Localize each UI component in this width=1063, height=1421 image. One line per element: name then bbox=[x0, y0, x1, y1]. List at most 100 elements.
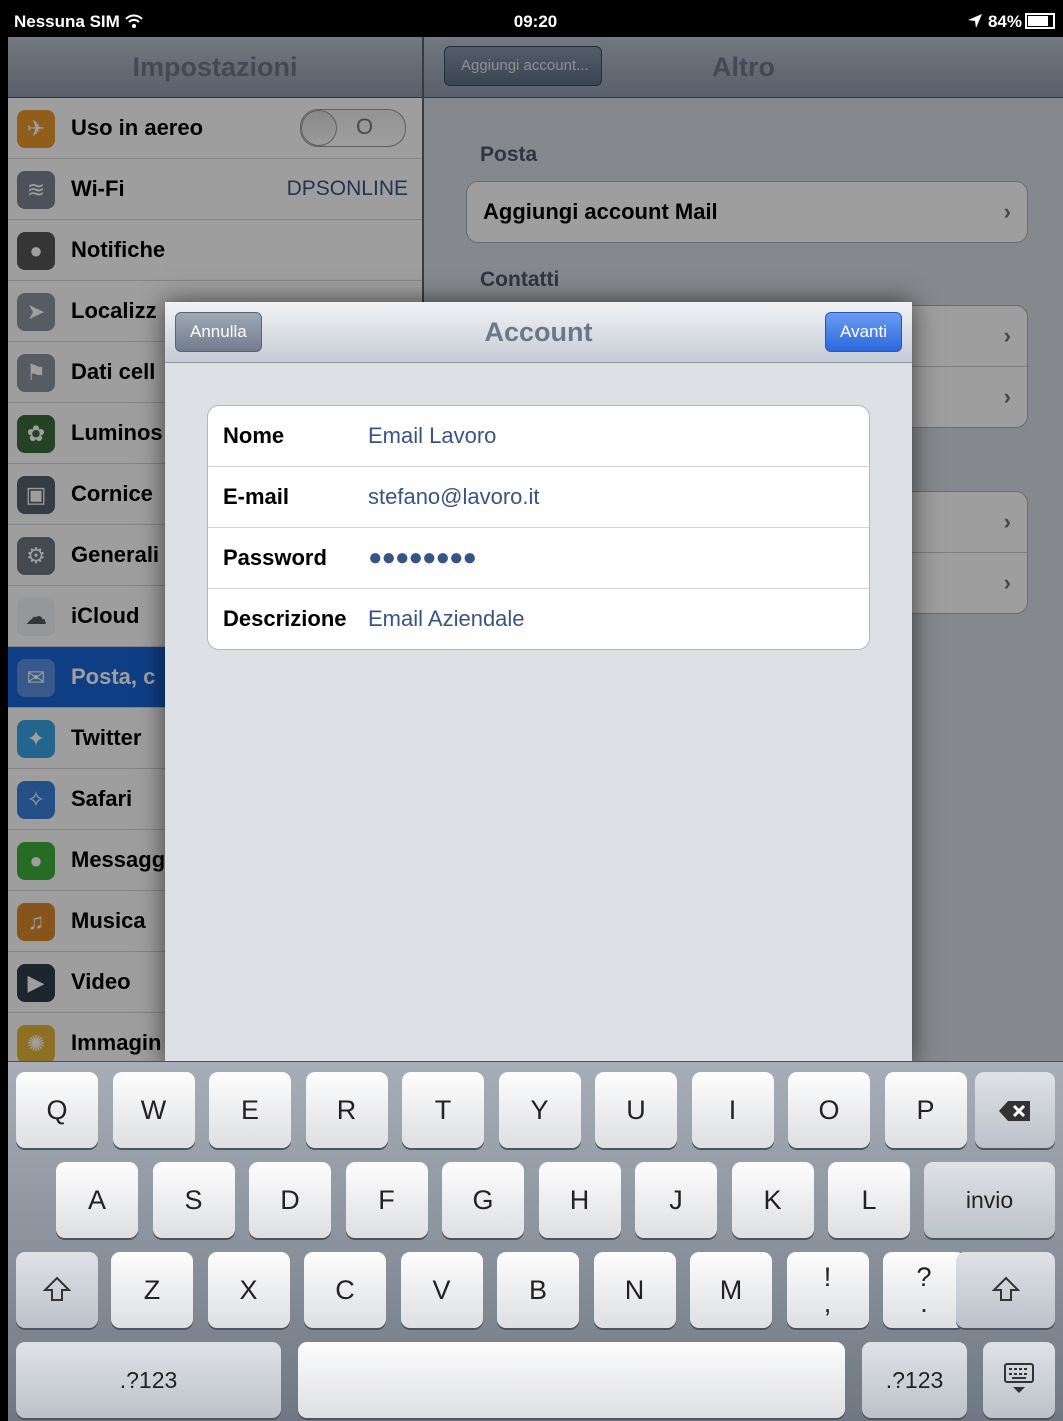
key-d[interactable]: D bbox=[249, 1162, 331, 1238]
key-a[interactable]: A bbox=[56, 1162, 138, 1238]
key-g[interactable]: G bbox=[442, 1162, 524, 1238]
return-key[interactable]: invio bbox=[924, 1162, 1055, 1238]
description-input[interactable]: Email Aziendale bbox=[368, 589, 525, 649]
modal-navbar: Annulla Account Avanti bbox=[165, 302, 912, 363]
cloud-icon: ☁ bbox=[17, 598, 55, 636]
key-label-bottom: . bbox=[920, 1288, 928, 1318]
sidebar-item-label: Notifiche bbox=[71, 237, 166, 262]
key-t[interactable]: T bbox=[402, 1072, 484, 1148]
twitter-icon: ✦ bbox=[17, 720, 55, 758]
key-e[interactable]: E bbox=[209, 1072, 291, 1148]
key-i[interactable]: I bbox=[691, 1072, 774, 1148]
account-form: Nome Email Lavoro E-mail stefano@lavoro.… bbox=[207, 405, 870, 650]
sidebar-item[interactable]: ≋ Wi-Fi DPSONLINE bbox=[8, 159, 422, 220]
key-w[interactable]: W bbox=[112, 1072, 195, 1148]
key-u[interactable]: U bbox=[595, 1072, 677, 1148]
key-c[interactable]: C bbox=[304, 1252, 386, 1328]
name-input[interactable]: Email Lavoro bbox=[368, 406, 496, 466]
key-m[interactable]: M bbox=[690, 1252, 772, 1328]
hide-keyboard-icon bbox=[1003, 1363, 1035, 1393]
sidebar-item[interactable]: ✈ Uso in aereo O bbox=[8, 98, 422, 159]
location-icon: ➤ bbox=[17, 293, 55, 331]
add-mail-account-row[interactable]: Aggiungi account Mail › bbox=[467, 182, 1027, 242]
safari-compass-icon: ✧ bbox=[17, 781, 55, 819]
sidebar-item-label: Video bbox=[71, 969, 131, 994]
airplane-mode-toggle[interactable]: O bbox=[300, 109, 406, 147]
messages-icon: ● bbox=[17, 842, 55, 880]
email-label: E-mail bbox=[223, 484, 290, 509]
sidebar-item-label: Twitter bbox=[71, 725, 142, 750]
key-b[interactable]: B bbox=[497, 1252, 579, 1328]
key-k[interactable]: K bbox=[731, 1162, 814, 1238]
toggle-off-label: O bbox=[356, 114, 374, 139]
battery-status: 84% bbox=[967, 12, 1055, 32]
clock: 09:20 bbox=[513, 12, 558, 31]
shift-key-left[interactable] bbox=[16, 1252, 98, 1328]
music-icon: ♫ bbox=[17, 903, 55, 941]
password-input[interactable]: ●●●●●●●● bbox=[368, 528, 477, 588]
sidebar-item-label: Messagg bbox=[71, 847, 166, 872]
next-button[interactable]: Avanti bbox=[825, 312, 902, 352]
backspace-icon bbox=[998, 1097, 1032, 1123]
group-posta: Aggiungi account Mail › bbox=[466, 181, 1028, 243]
key-j[interactable]: J bbox=[635, 1162, 717, 1238]
email-field-row[interactable]: E-mail stefano@lavoro.it bbox=[208, 467, 869, 528]
key-x[interactable]: X bbox=[207, 1252, 290, 1328]
sidebar-item-label: Localizz bbox=[71, 298, 157, 323]
email-input[interactable]: stefano@lavoro.it bbox=[368, 467, 540, 527]
key-v[interactable]: V bbox=[400, 1252, 483, 1328]
name-field-row[interactable]: Nome Email Lavoro bbox=[208, 406, 869, 467]
backspace-key[interactable] bbox=[975, 1072, 1055, 1148]
chevron-right-icon: › bbox=[1003, 384, 1011, 409]
password-field-row[interactable]: Password ●●●●●●●● bbox=[208, 528, 869, 589]
location-arrow-icon bbox=[967, 12, 983, 31]
status-bar: Nessuna SIM 09:20 84% bbox=[8, 8, 1063, 37]
key-exclamation-comma[interactable]: !, bbox=[786, 1252, 869, 1328]
detail-navbar: Aggiungi account... Altro bbox=[424, 37, 1063, 98]
sidebar-item-label: Musica bbox=[71, 908, 146, 933]
photos-icon: ✺ bbox=[17, 1025, 55, 1063]
video-icon: ▶ bbox=[17, 964, 55, 1002]
key-s[interactable]: S bbox=[152, 1162, 235, 1238]
toggle-knob bbox=[301, 110, 337, 146]
description-label: Descrizione bbox=[223, 606, 347, 631]
numbers-key-right[interactable]: .?123 bbox=[862, 1342, 967, 1418]
mail-icon: ✉ bbox=[17, 659, 55, 697]
key-p[interactable]: P bbox=[884, 1072, 967, 1148]
key-z[interactable]: Z bbox=[111, 1252, 193, 1328]
section-header-posta: Posta bbox=[480, 143, 538, 166]
key-n[interactable]: N bbox=[593, 1252, 676, 1328]
key-h[interactable]: H bbox=[538, 1162, 621, 1238]
sidebar-item[interactable]: ● Notifiche bbox=[8, 220, 422, 281]
key-l[interactable]: L bbox=[828, 1162, 910, 1238]
brightness-icon: ✿ bbox=[17, 415, 55, 453]
sidebar-item-label: Uso in aereo bbox=[71, 115, 204, 140]
account-modal: Annulla Account Avanti Nome Email Lavoro… bbox=[165, 302, 912, 1067]
key-o[interactable]: O bbox=[788, 1072, 870, 1148]
key-q[interactable]: Q bbox=[16, 1072, 98, 1148]
chevron-right-icon: › bbox=[1003, 509, 1011, 534]
hide-keyboard-key[interactable] bbox=[983, 1342, 1055, 1418]
numbers-key-left[interactable]: .?123 bbox=[16, 1342, 281, 1418]
key-label-bottom: , bbox=[823, 1288, 832, 1318]
shift-key-right[interactable] bbox=[956, 1252, 1055, 1328]
sidebar-item-label: Generali bbox=[71, 542, 160, 567]
key-question-period[interactable]: ?. bbox=[883, 1252, 965, 1328]
picture-frame-icon: ▣ bbox=[17, 476, 55, 514]
cellular-icon: ⚑ bbox=[17, 354, 55, 392]
sidebar-item-label: Luminos bbox=[71, 420, 163, 445]
sidebar-item-label: Posta, c bbox=[71, 664, 156, 689]
detail-title: Altro bbox=[712, 52, 775, 82]
sidebar-item-label: Wi-Fi bbox=[71, 176, 125, 201]
space-bar[interactable] bbox=[298, 1342, 845, 1418]
shift-icon bbox=[42, 1276, 72, 1303]
description-field-row[interactable]: Descrizione Email Aziendale bbox=[208, 589, 869, 649]
key-f[interactable]: F bbox=[345, 1162, 428, 1238]
key-y[interactable]: Y bbox=[498, 1072, 581, 1148]
battery-icon bbox=[1025, 13, 1055, 29]
key-r[interactable]: R bbox=[305, 1072, 388, 1148]
section-header-contatti: Contatti bbox=[480, 268, 560, 291]
sidebar-item-label: Cornice bbox=[71, 481, 153, 506]
sidebar-item-value: DPSONLINE bbox=[286, 177, 408, 200]
notifications-icon: ● bbox=[17, 232, 55, 270]
